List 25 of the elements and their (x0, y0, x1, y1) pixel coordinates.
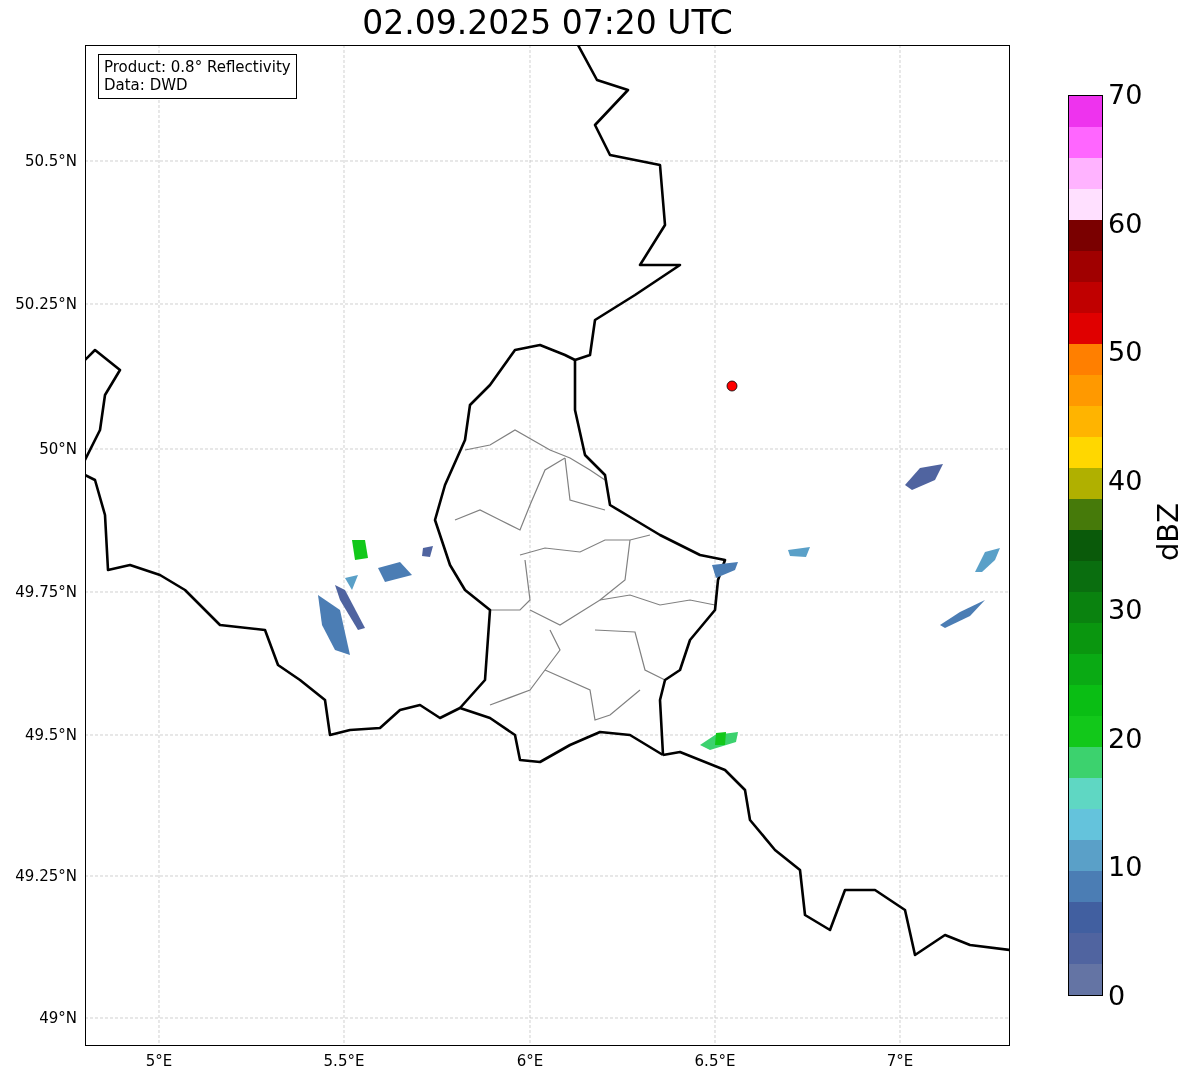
info-text: Data: DWD (104, 76, 189, 94)
radar-site-marker (726, 380, 738, 392)
longitude-tick-label: 6°E (516, 1052, 544, 1070)
colorbar-tick-label: 30 (1108, 594, 1143, 625)
latitude-tick-label: 50.5°N (24, 152, 77, 170)
longitude-tick-label: 7°E (886, 1052, 914, 1070)
colorbar-tick-label: 60 (1108, 208, 1143, 239)
colorbar-tick-label: 40 (1108, 466, 1143, 497)
latitude-tick-label: 49°N (39, 1009, 77, 1027)
latitude-tick-label: 49.25°N (15, 867, 77, 885)
latitude-tick-label: 49.5°N (24, 726, 77, 744)
longitude-tick-label: 6.5°E (694, 1052, 736, 1070)
colorbar-label: dBZ (1151, 502, 1186, 562)
latitude-tick-label: 50°N (39, 440, 77, 458)
colorbar-tick-label: 20 (1108, 723, 1143, 754)
longitude-tick-label: 5°E (145, 1052, 173, 1070)
latitude-tick-label: 49.75°N (15, 583, 77, 601)
colorbar-tick-label: 10 (1108, 852, 1143, 883)
colorbar-tick-label: 50 (1108, 337, 1143, 368)
longitude-tick-label: 5.5°E (323, 1052, 365, 1070)
colorbar-tick-label: 70 (1108, 80, 1143, 110)
colorbar-tick-label: 0 (1108, 981, 1126, 1011)
latitude-tick-label: 50.25°N (15, 295, 77, 313)
chart-title: 02.09.2025 07:20 UTC (361, 3, 734, 44)
info-text: Product: 0.8° Reflectivity (104, 58, 291, 76)
